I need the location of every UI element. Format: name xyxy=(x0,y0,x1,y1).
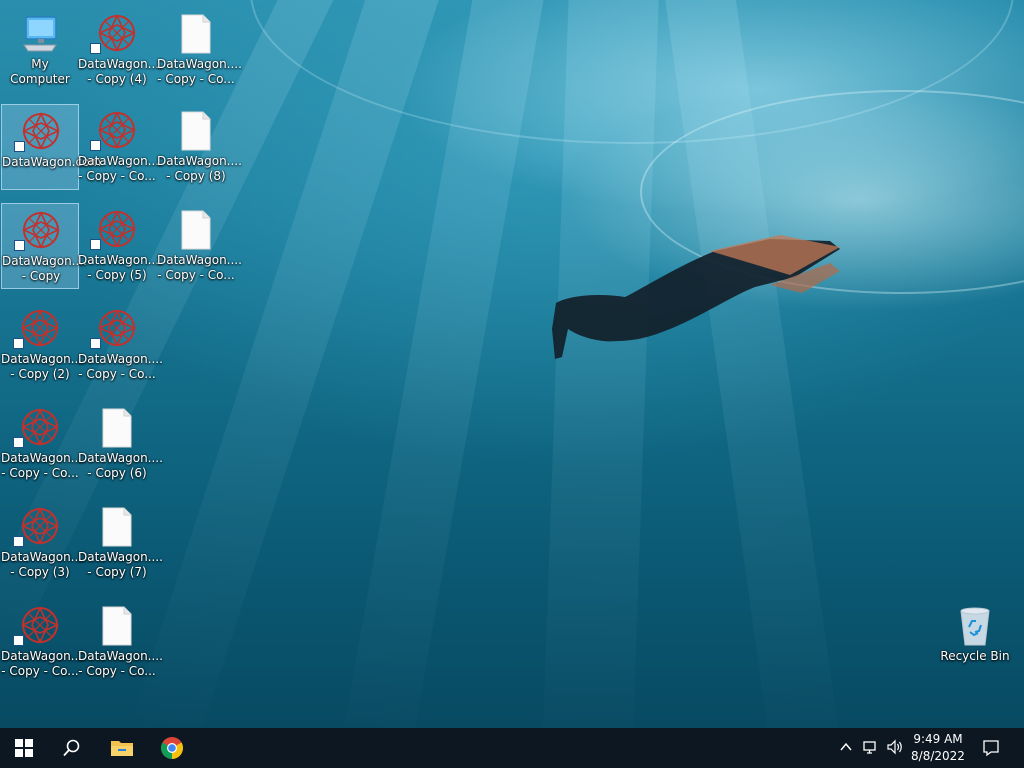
desktop-icon-datawagon-file-3[interactable]: DataWagon.... - Copy - Co... xyxy=(78,599,163,685)
datawagon-icon xyxy=(98,111,136,149)
desktop-icon-my-computer[interactable]: My Computer xyxy=(1,7,79,93)
icon-label: DataWagon.... - Copy (7) xyxy=(78,550,163,579)
chevron-up-icon[interactable] xyxy=(838,739,854,759)
icon-label: DataWagon.com xyxy=(2,155,102,169)
datawagon-icon xyxy=(21,606,59,644)
datawagon-icon xyxy=(21,309,59,347)
icon-label: DataWagon.... - Copy (5) xyxy=(78,253,163,282)
desktop-icon-datawagon-copy-copy-3[interactable]: DataWagon.... - Copy - Co... xyxy=(1,401,86,487)
chrome-icon xyxy=(161,737,183,759)
blank-file-icon xyxy=(181,14,211,54)
desktop-icon-datawagon-copy-copy-2[interactable]: DataWagon.... - Copy - Co... xyxy=(78,302,163,388)
icon-label: DataWagon.... - Copy (2) xyxy=(1,352,86,381)
shortcut-arrow-icon xyxy=(13,536,24,547)
datawagon-icon xyxy=(98,309,136,347)
recycle-bin-icon xyxy=(960,607,990,646)
computer-icon xyxy=(23,16,57,52)
icon-label: DataWagon.... - Copy - Co... xyxy=(157,57,242,86)
desktop-icon-datawagon-copy-copy[interactable]: DataWagon.... - Copy - Co... xyxy=(78,104,163,190)
clock-date[interactable]: 8/8/2022 xyxy=(898,749,978,764)
datawagon-icon xyxy=(21,507,59,545)
file-explorer-button[interactable] xyxy=(98,728,146,768)
icon-label: DataWagon.... - Copy - Co... xyxy=(78,154,163,183)
icon-label: DataWagon.... - Copy - Co... xyxy=(78,649,163,678)
start-button[interactable] xyxy=(0,728,48,768)
search-button[interactable] xyxy=(48,728,96,768)
icon-label: DataWagon.... - Copy (6) xyxy=(78,451,163,480)
blank-file-icon xyxy=(181,111,211,151)
diver-silhouette xyxy=(552,235,840,359)
desktop-icon-datawagon-file-2[interactable]: DataWagon.... - Copy - Co... xyxy=(157,203,242,289)
icon-label: DataWagon.... - Copy - Co... xyxy=(1,649,86,678)
shortcut-arrow-icon xyxy=(90,140,101,151)
clock-time[interactable]: 9:49 AM xyxy=(898,732,978,747)
icon-label: DataWagon.... - Copy (3) xyxy=(1,550,86,579)
icon-label: DataWagon.... - Copy - Co... xyxy=(157,253,242,282)
datawagon-icon xyxy=(98,210,136,248)
chrome-button[interactable] xyxy=(148,728,196,768)
taskbar: 9:49 AM 8/8/2022 xyxy=(0,728,1024,768)
shortcut-arrow-icon xyxy=(14,240,25,251)
datawagon-icon xyxy=(21,408,59,446)
shortcut-arrow-icon xyxy=(90,338,101,349)
datawagon-icon xyxy=(22,112,60,150)
blank-file-icon xyxy=(102,408,132,448)
desktop-icon-datawagon-copy-5[interactable]: DataWagon.... - Copy (5) xyxy=(78,203,163,289)
icon-label: DataWagon.... - Copy xyxy=(2,254,87,283)
blank-file-icon xyxy=(181,210,211,250)
desktop-icon-datawagon-copy-3[interactable]: DataWagon.... - Copy (3) xyxy=(1,500,86,586)
desktop-icon-datawagon-file[interactable]: DataWagon.... - Copy - Co... xyxy=(157,7,242,93)
desktop-icon-datawagon-copy-7[interactable]: DataWagon.... - Copy (7) xyxy=(78,500,163,586)
icon-label: DataWagon.... - Copy (8) xyxy=(157,154,242,183)
icon-label: Recycle Bin xyxy=(940,649,1010,663)
shortcut-arrow-icon xyxy=(90,43,101,54)
windows-start-icon xyxy=(15,739,33,757)
search-icon xyxy=(63,739,80,757)
desktop-icon-datawagon-copy-4[interactable]: DataWagon.... - Copy (4) xyxy=(78,7,163,93)
notification-icon[interactable] xyxy=(982,739,1000,761)
desktop-icon-datawagon-copy[interactable]: DataWagon.... - Copy xyxy=(1,203,87,289)
blank-file-icon xyxy=(102,507,132,547)
icon-label: DataWagon.... - Copy (4) xyxy=(78,57,163,86)
icon-label: DataWagon.... - Copy - Co... xyxy=(1,451,86,480)
desktop-wallpaper: My Computer DataWagon.... - Copy (4) Dat… xyxy=(0,0,1024,728)
datawagon-icon xyxy=(98,14,136,52)
desktop-icon-datawagon-copy-copy-4[interactable]: DataWagon.... - Copy - Co... xyxy=(1,599,86,685)
desktop-icon-datawagon-copy-6[interactable]: DataWagon.... - Copy (6) xyxy=(78,401,163,487)
file-explorer-icon xyxy=(111,741,133,756)
blank-file-icon xyxy=(102,606,132,646)
shortcut-arrow-icon xyxy=(14,141,25,152)
datawagon-icon xyxy=(22,211,60,249)
shortcut-arrow-icon xyxy=(13,437,24,448)
shortcut-arrow-icon xyxy=(90,239,101,250)
shortcut-arrow-icon xyxy=(13,338,24,349)
desktop-icon-datawagon-com[interactable]: DataWagon.com xyxy=(1,104,102,190)
icon-label: DataWagon.... - Copy - Co... xyxy=(78,352,163,381)
shortcut-arrow-icon xyxy=(13,635,24,646)
network-icon[interactable] xyxy=(862,739,880,759)
desktop-icon-datawagon-copy-2[interactable]: DataWagon.... - Copy (2) xyxy=(1,302,86,388)
desktop-icon-datawagon-copy-8[interactable]: DataWagon.... - Copy (8) xyxy=(157,104,242,190)
icon-label: My Computer xyxy=(10,57,70,86)
desktop-icon-recycle-bin[interactable]: Recycle Bin xyxy=(936,599,1014,685)
